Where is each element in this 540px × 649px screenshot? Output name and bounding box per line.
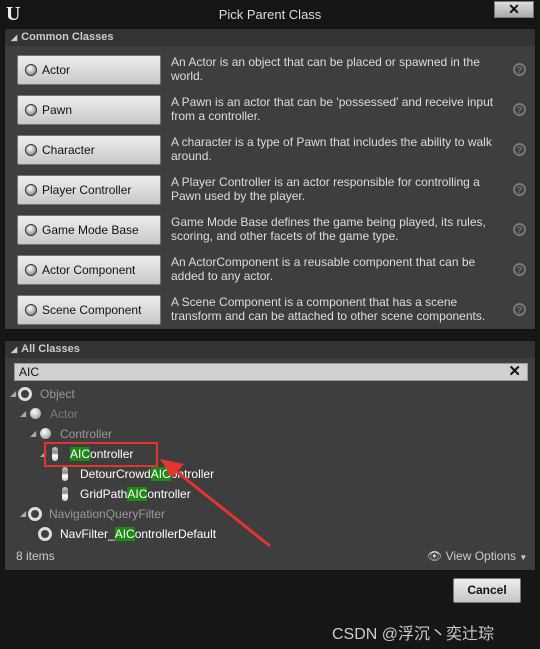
cancel-button[interactable]: Cancel — [453, 578, 521, 603]
watermark: CSDN @浮沉丶奕辻琮 — [332, 626, 495, 643]
annotation-arrow — [160, 459, 271, 548]
